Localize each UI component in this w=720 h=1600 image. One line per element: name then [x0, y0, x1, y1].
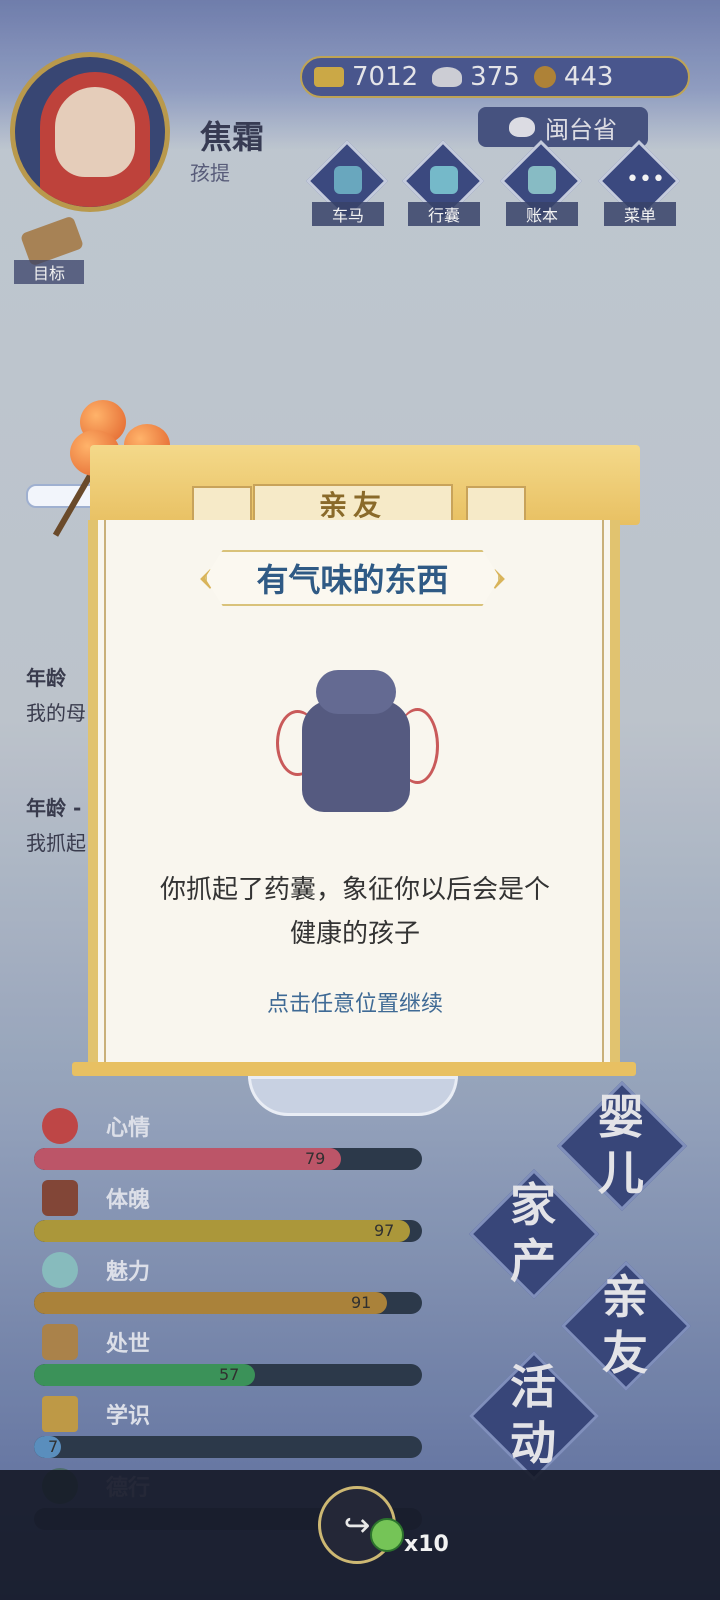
event-description: 你抓起了药囊，象征你以后会是个 健康的孩子 — [120, 868, 590, 956]
event-text-line: 你抓起了药囊，象征你以后会是个 — [159, 875, 550, 905]
sachet-icon — [276, 660, 439, 820]
modal-header-panel — [466, 486, 526, 522]
modal-tab: 亲友 — [253, 484, 453, 524]
event-text-line: 健康的孩子 — [289, 919, 420, 949]
modal-ornament — [248, 1076, 458, 1116]
modal-header-panel — [192, 486, 252, 522]
modal-bottom-edge — [72, 1062, 636, 1076]
event-title-plate: 有气味的东西 — [205, 550, 500, 606]
continue-hint[interactable]: 点击任意位置继续 — [120, 986, 590, 1018]
event-title: 有气味的东西 — [256, 561, 449, 599]
modal-tab-label: 亲友 — [318, 489, 387, 522]
